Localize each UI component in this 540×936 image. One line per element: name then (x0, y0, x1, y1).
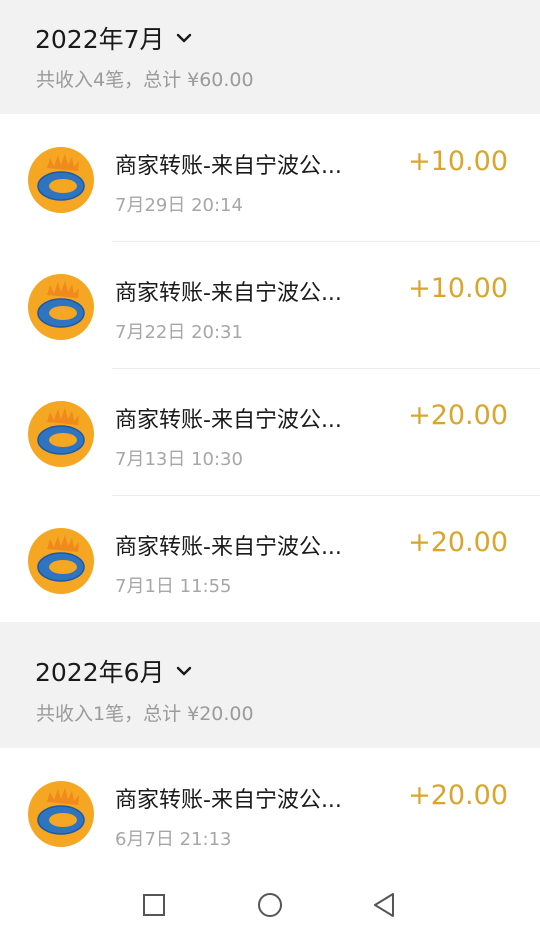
merchant-logo-icon (28, 147, 94, 213)
transaction-row[interactable]: 商家转账-来自宁波公... 7月13日 10:30 +20.00 (0, 369, 540, 496)
transaction-title: 商家转账-来自宁波公... (115, 281, 342, 306)
merchant-logo-icon (28, 781, 94, 847)
month-summary: 共收入4笔，总计 ¥60.00 (36, 69, 254, 91)
month-header-july: 2022年7月 共收入4笔，总计 ¥60.00 (0, 0, 540, 114)
merchant-logo-icon (28, 401, 94, 467)
transaction-title: 商家转账-来自宁波公... (115, 535, 342, 560)
transaction-row[interactable]: 商家转账-来自宁波公... 6月7日 21:13 +20.00 (0, 749, 540, 876)
back-triangle-icon[interactable] (371, 891, 399, 919)
transaction-time: 7月22日 20:31 (115, 322, 243, 343)
month-header-june: 2022年6月 共收入1笔，总计 ¥20.00 (0, 622, 540, 748)
transaction-amount: +20.00 (408, 780, 508, 811)
chevron-down-icon (176, 33, 191, 43)
transaction-title: 商家转账-来自宁波公... (115, 408, 342, 433)
transaction-list-screen: 2022年7月 共收入4笔，总计 ¥60.00 商家转账-来自宁波公... 7月… (0, 0, 540, 936)
transaction-time: 7月1日 11:55 (115, 576, 232, 597)
merchant-logo-icon (28, 274, 94, 340)
system-navigation-bar (0, 875, 540, 936)
month-title: 2022年7月 (35, 25, 165, 54)
transaction-time: 7月13日 10:30 (115, 449, 243, 470)
home-circle-icon[interactable] (256, 891, 284, 919)
transaction-amount: +10.00 (408, 146, 508, 177)
transaction-amount: +10.00 (408, 273, 508, 304)
transaction-time: 6月7日 21:13 (115, 829, 232, 850)
transaction-amount: +20.00 (408, 527, 508, 558)
transaction-row[interactable]: 商家转账-来自宁波公... 7月29日 20:14 +10.00 (0, 115, 540, 242)
transaction-row[interactable]: 商家转账-来自宁波公... 7月1日 11:55 +20.00 (0, 496, 540, 623)
transaction-time: 7月29日 20:14 (115, 195, 243, 216)
recents-square-icon[interactable] (140, 891, 168, 919)
transaction-title: 商家转账-来自宁波公... (115, 154, 342, 179)
transaction-row[interactable]: 商家转账-来自宁波公... 7月22日 20:31 +10.00 (0, 242, 540, 369)
transaction-amount: +20.00 (408, 400, 508, 431)
transaction-title: 商家转账-来自宁波公... (115, 788, 342, 813)
merchant-logo-icon (28, 528, 94, 594)
month-title: 2022年6月 (35, 658, 165, 687)
month-summary: 共收入1笔，总计 ¥20.00 (36, 703, 254, 725)
month-selector[interactable]: 2022年6月 (35, 653, 193, 689)
month-selector[interactable]: 2022年7月 (35, 20, 193, 56)
chevron-down-icon (176, 666, 191, 676)
